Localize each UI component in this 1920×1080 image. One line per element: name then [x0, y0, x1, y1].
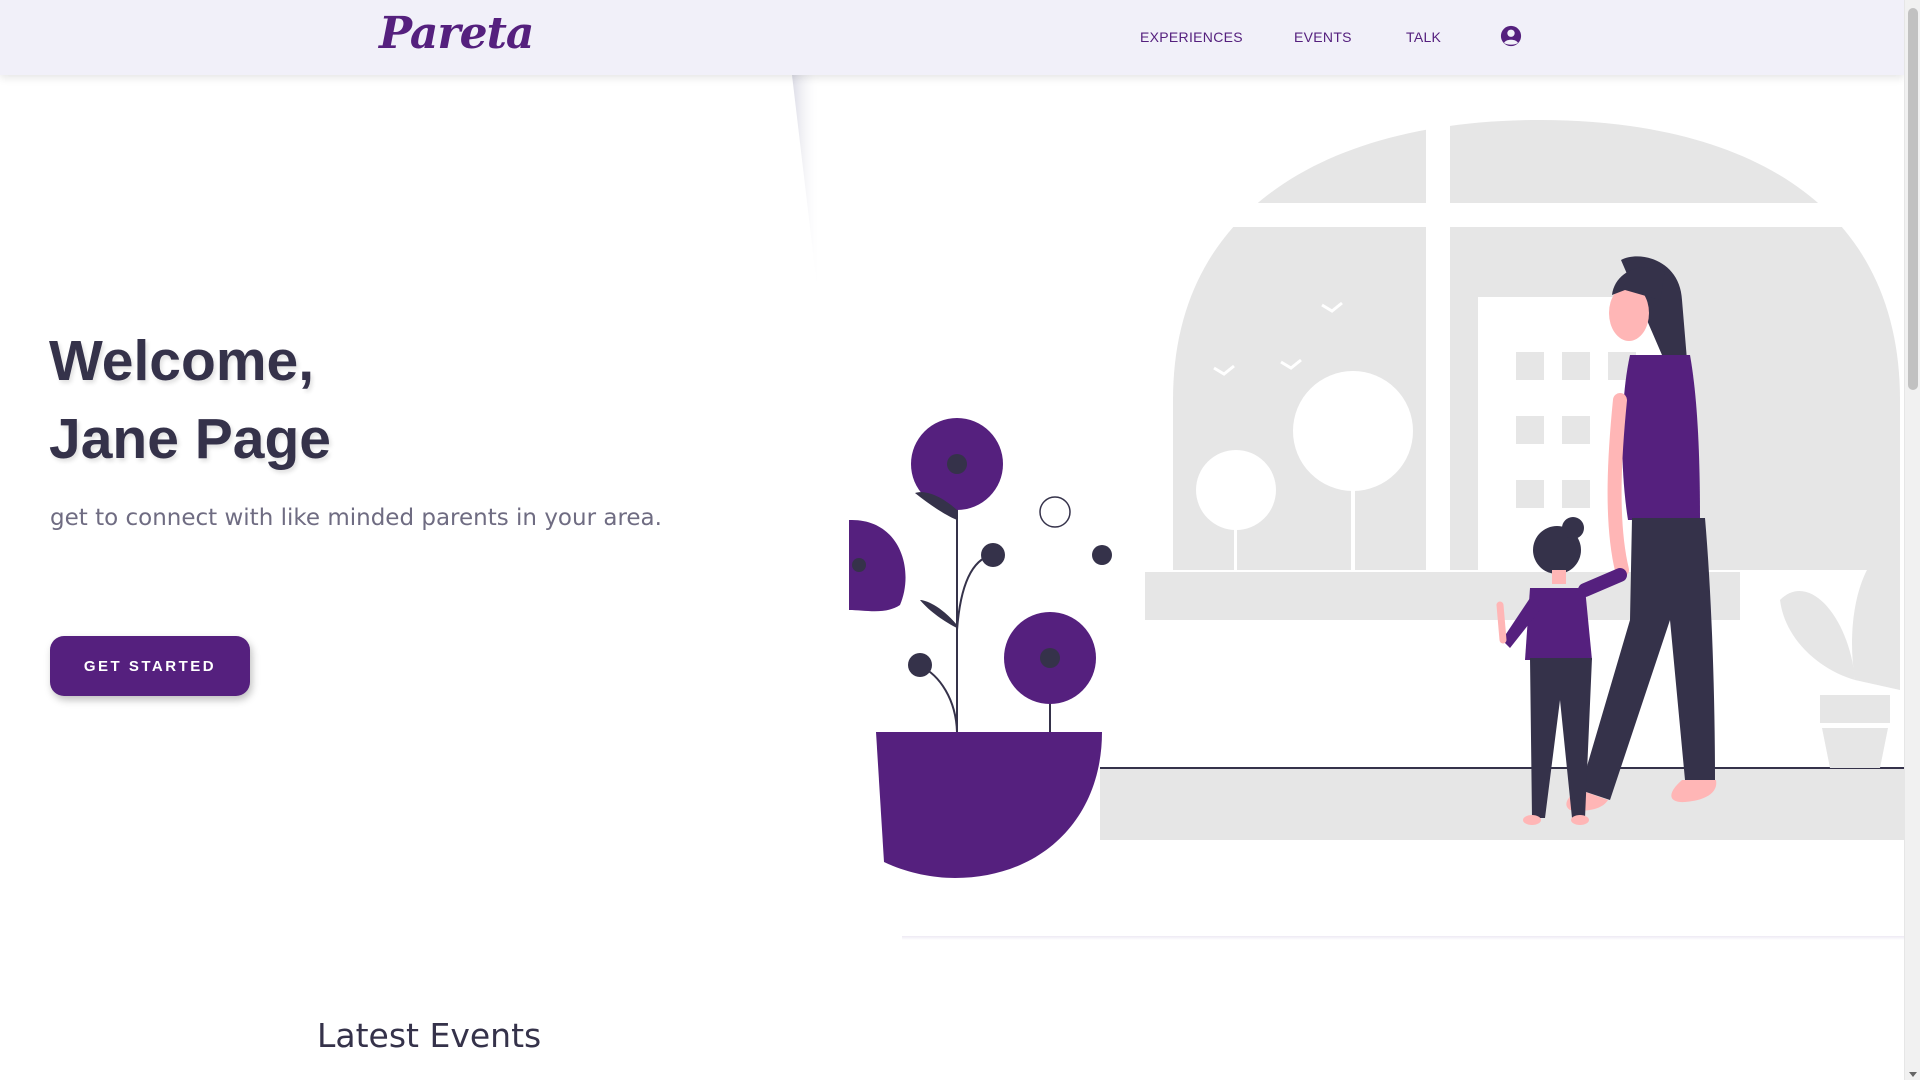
- get-started-button[interactable]: GET STARTED: [50, 636, 250, 696]
- user-circle-icon[interactable]: [1500, 25, 1522, 47]
- main-nav: EXPERIENCES EVENTS TALK: [0, 0, 1904, 75]
- page-scrollbar[interactable]: [1904, 0, 1920, 1080]
- hero-subtitle: get to connect with like minded parents …: [50, 505, 662, 531]
- hero-title-line-1: Welcome,: [49, 329, 315, 393]
- hero-divider-shape: [792, 75, 820, 295]
- nav-talk-link[interactable]: TALK: [1406, 29, 1441, 45]
- hero-bottom-divider: [902, 936, 1904, 940]
- hero-illustration: [849, 120, 1904, 878]
- latest-events-heading: Latest Events: [317, 1016, 542, 1055]
- scrollbar-thumb[interactable]: [1908, 8, 1918, 390]
- nav-experiences-link[interactable]: EXPERIENCES: [1140, 29, 1243, 45]
- window-mullion-horizontal: [1173, 203, 1904, 227]
- window-mullion-vertical: [1426, 120, 1450, 590]
- hero-title: Welcome, Jane Page: [49, 322, 331, 478]
- nav-events-link[interactable]: EVENTS: [1294, 29, 1352, 45]
- flower-plant-shape: [849, 418, 1112, 878]
- hero-title-user-name: Jane Page: [49, 407, 331, 471]
- gray-plant-shape: [1780, 540, 1900, 768]
- floor-shape: [1100, 768, 1904, 840]
- top-navbar: Pareta EXPERIENCES EVENTS TALK: [0, 0, 1904, 75]
- scroll-down-arrow-icon[interactable]: [1909, 1072, 1917, 1077]
